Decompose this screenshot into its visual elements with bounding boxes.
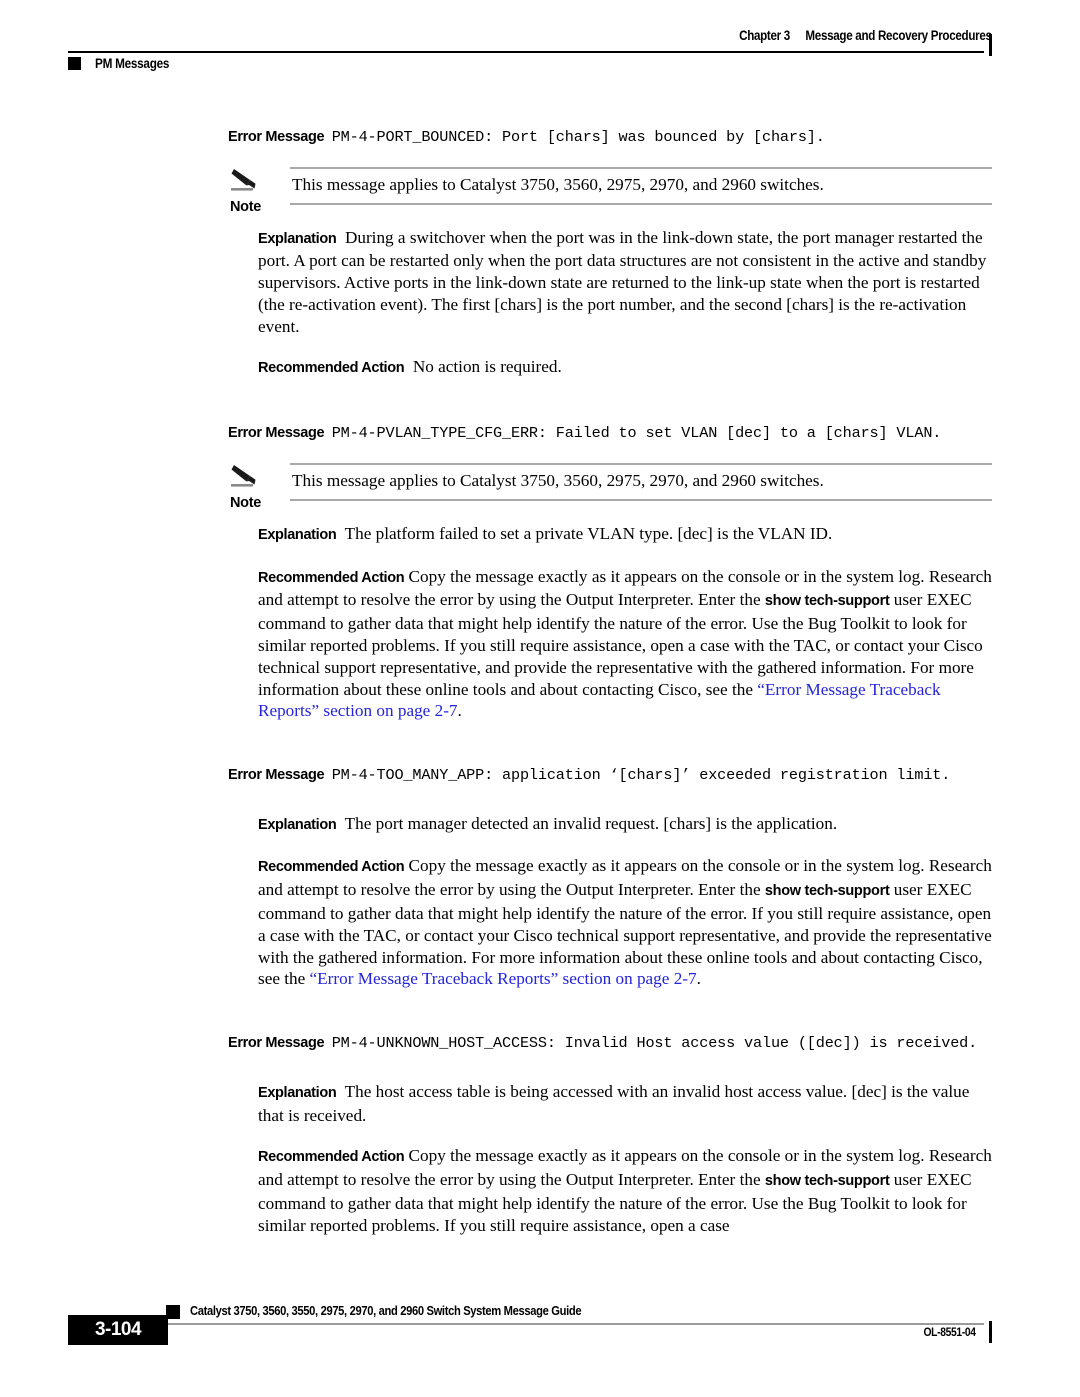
explanation-text: The host access table is being accessed … xyxy=(258,1081,970,1125)
error-message-code: PM-4-UNKNOWN_HOST_ACCESS: Invalid Host a… xyxy=(331,1034,978,1053)
explanation-block: Explanation The host access table is bei… xyxy=(258,1081,992,1127)
note-callout: Note This message applies to Catalyst 37… xyxy=(228,462,992,511)
square-bullet-icon xyxy=(68,57,81,70)
footer-end-bar xyxy=(988,1321,992,1343)
note-body: This message applies to Catalyst 3750, 3… xyxy=(290,462,992,501)
page-footer: Catalyst 3750, 3560, 3550, 2975, 2970, a… xyxy=(68,1303,992,1361)
error-message-code: PM-4-PORT_BOUNCED: Port [chars] was boun… xyxy=(331,128,825,146)
recommended-action-label: Recommended Action xyxy=(258,1149,405,1166)
page-header: Chapter 3 Message and Recovery Procedure… xyxy=(68,28,992,80)
error-message-line: Error Message PM-4-PVLAN_TYPE_CFG_ERR: F… xyxy=(228,422,992,449)
header-chapter-title: Message and Recovery Procedures xyxy=(805,28,993,43)
error-message-code: PM-4-PVLAN_TYPE_CFG_ERR: Failed to set V… xyxy=(331,424,942,443)
error-message-label: Error Message xyxy=(228,1035,325,1052)
explanation-text: The port manager detected an invalid req… xyxy=(344,813,838,833)
footer-document-id: OL-8551-04 xyxy=(923,1325,977,1339)
recommended-action-block: Recommended Action Copy the message exac… xyxy=(258,1145,992,1236)
recommended-action-label: Recommended Action xyxy=(258,569,405,586)
note-label: Note xyxy=(230,494,262,511)
footer-rule xyxy=(166,1323,984,1325)
explanation-block: Explanation During a switchover when the… xyxy=(258,227,992,338)
note-text: This message applies to Catalyst 3750, 3… xyxy=(292,174,824,194)
recommended-action-block: Recommended Action Copy the message exac… xyxy=(258,855,992,990)
header-end-bar xyxy=(988,34,992,56)
explanation-block: Explanation The port manager detected an… xyxy=(258,813,992,837)
explanation-label: Explanation xyxy=(258,816,337,833)
recommended-action-label: Recommended Action xyxy=(258,859,405,876)
error-message-line: Error Message PM-4-PORT_BOUNCED: Port [c… xyxy=(228,126,992,153)
footer-guide-title: Catalyst 3750, 3560, 3550, 2975, 2970, a… xyxy=(190,1303,582,1318)
show-tech-support-command: show tech-support xyxy=(764,883,890,900)
error-message-label: Error Message xyxy=(228,767,325,784)
explanation-label: Explanation xyxy=(258,526,337,543)
recommended-action-text-part3: . xyxy=(696,969,701,989)
explanation-label: Explanation xyxy=(258,1084,337,1101)
header-section-info: PM Messages xyxy=(68,56,180,71)
show-tech-support-command: show tech-support xyxy=(764,1173,890,1190)
show-tech-support-command: show tech-support xyxy=(764,593,890,610)
page-number-badge: 3-104 xyxy=(68,1315,168,1345)
error-message-block: Error Message PM-4-UNKNOWN_HOST_ACCESS: … xyxy=(228,1032,992,1236)
recommended-action-block: Recommended Action Copy the message exac… xyxy=(258,566,992,723)
recommended-action-label: Recommended Action xyxy=(258,360,405,377)
header-rule xyxy=(68,51,984,53)
error-message-block: Error Message PM-4-PORT_BOUNCED: Port [c… xyxy=(228,126,992,380)
error-message-block: Error Message PM-4-TOO_MANY_APP: applica… xyxy=(228,764,992,990)
pencil-icon xyxy=(230,167,268,197)
error-message-line: Error Message PM-4-UNKNOWN_HOST_ACCESS: … xyxy=(228,1032,992,1059)
note-text: This message applies to Catalyst 3750, 3… xyxy=(292,470,824,490)
error-message-block: Error Message PM-4-PVLAN_TYPE_CFG_ERR: F… xyxy=(228,422,992,722)
explanation-text: The platform failed to set a private VLA… xyxy=(344,523,833,543)
explanation-label: Explanation xyxy=(258,230,337,247)
recommended-action-text: No action is required. xyxy=(412,357,562,377)
recommended-action-text-part3: . xyxy=(457,701,462,721)
document-body: Error Message PM-4-PORT_BOUNCED: Port [c… xyxy=(228,126,992,1237)
error-message-label: Error Message xyxy=(228,425,325,442)
note-body: This message applies to Catalyst 3750, 3… xyxy=(290,166,992,205)
error-message-label: Error Message xyxy=(228,129,325,145)
pencil-icon xyxy=(230,463,268,493)
note-callout: Note This message applies to Catalyst 37… xyxy=(228,166,992,215)
recommended-action-block: Recommended Action No action is required… xyxy=(258,356,992,380)
explanation-block: Explanation The platform failed to set a… xyxy=(258,523,992,547)
header-chapter-info: Chapter 3 Message and Recovery Procedure… xyxy=(739,28,992,43)
header-section-label: PM Messages xyxy=(95,56,170,71)
explanation-text: During a switchover when the port was in… xyxy=(258,227,987,336)
note-label: Note xyxy=(230,198,262,215)
error-message-code: PM-4-TOO_MANY_APP: application ‘[chars]’… xyxy=(331,766,951,785)
header-chapter-number: Chapter 3 xyxy=(739,28,791,43)
error-message-line: Error Message PM-4-TOO_MANY_APP: applica… xyxy=(228,764,992,791)
square-bullet-icon xyxy=(166,1305,180,1319)
traceback-reports-link[interactable]: “Error Message Traceback Reports” sectio… xyxy=(310,969,697,988)
